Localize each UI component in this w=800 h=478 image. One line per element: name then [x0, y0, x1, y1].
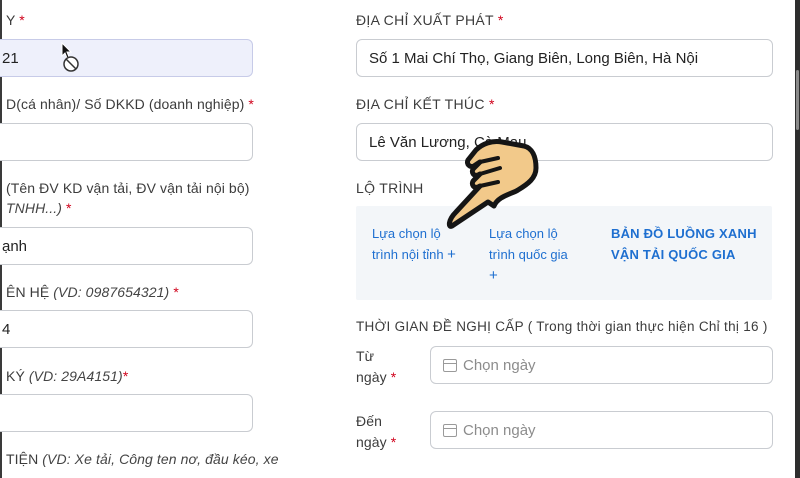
id-number-input[interactable]: 21: [0, 39, 253, 77]
busy-cursor-icon: [63, 56, 79, 72]
end-address-input[interactable]: Lê Văn Lương, Cà Mau: [356, 123, 773, 161]
plus-icon: +: [489, 267, 498, 284]
start-address-label: ĐỊA CHỈ XUẤT PHÁT *: [356, 12, 504, 28]
phone-label: ÊN HỆ (VD: 0987654321) *: [6, 284, 179, 300]
to-date-label: Đến: [356, 413, 382, 429]
route-label: LỘ TRÌNH: [356, 180, 424, 196]
end-address-label: ĐỊA CHỈ KẾT THÚC *: [356, 96, 495, 112]
scrollbar-thumb[interactable]: [796, 70, 799, 130]
from-date-label-2: ngày *: [356, 369, 397, 385]
field-label-1: Y *: [6, 12, 25, 28]
company-name-label-2: TNHH...) *: [6, 200, 72, 216]
time-period-label: THỜI GIAN ĐỀ NGHỊ CẤP ( Trong thời gian …: [356, 319, 768, 334]
vehicle-type-label: TIỆN (VD: Xe tải, Công ten nơ, đầu kéo, …: [6, 451, 279, 467]
company-name-label: (Tên ĐV KD vận tải, ĐV vận tải nội bộ): [6, 180, 250, 196]
green-route-map-link[interactable]: BẢN ĐỒ LUỒNG XANH VẬN TẢI QUỐC GIA: [611, 223, 757, 265]
start-address-input[interactable]: Số 1 Mai Chí Thọ, Giang Biên, Long Biên,…: [356, 39, 773, 77]
to-date-label-2: ngày *: [356, 434, 397, 450]
mouse-cursor-icon: [61, 42, 79, 72]
business-id-label: D(cá nhân)/ Số DKKD (doanh nghiệp) *: [6, 96, 254, 112]
from-date-label: Từ: [356, 348, 375, 364]
pointing-hand-icon: [446, 139, 539, 229]
company-name-input[interactable]: ạnh: [0, 227, 253, 265]
plate-input[interactable]: [0, 394, 253, 432]
plus-icon: +: [447, 246, 456, 263]
from-date-picker[interactable]: Chọn ngày: [430, 346, 773, 384]
business-id-input[interactable]: [0, 123, 253, 161]
to-date-picker[interactable]: Chọn ngày: [430, 411, 773, 449]
plate-label: KÝ (VD: 29A4151)*: [6, 368, 129, 384]
calendar-icon: [443, 423, 457, 437]
calendar-icon: [443, 358, 457, 372]
scrollbar[interactable]: [795, 0, 800, 478]
phone-input[interactable]: 4: [0, 310, 253, 348]
